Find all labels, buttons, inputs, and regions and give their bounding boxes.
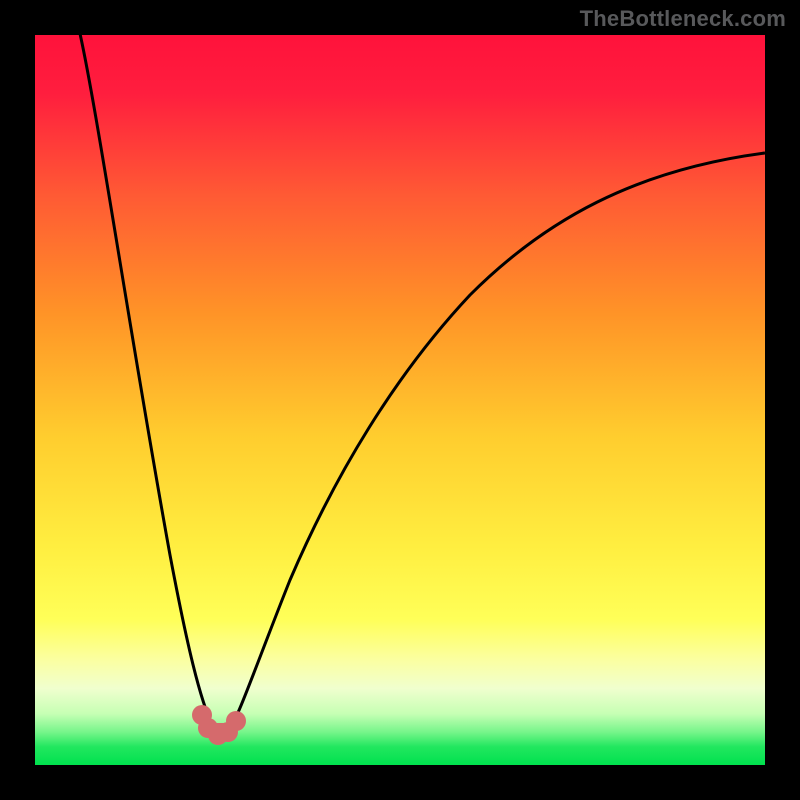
curve-path: [78, 35, 765, 735]
watermark-text: TheBottleneck.com: [580, 6, 786, 32]
plot-area: [35, 35, 765, 765]
bottleneck-curve: [35, 35, 765, 765]
chart-frame: TheBottleneck.com: [0, 0, 800, 800]
